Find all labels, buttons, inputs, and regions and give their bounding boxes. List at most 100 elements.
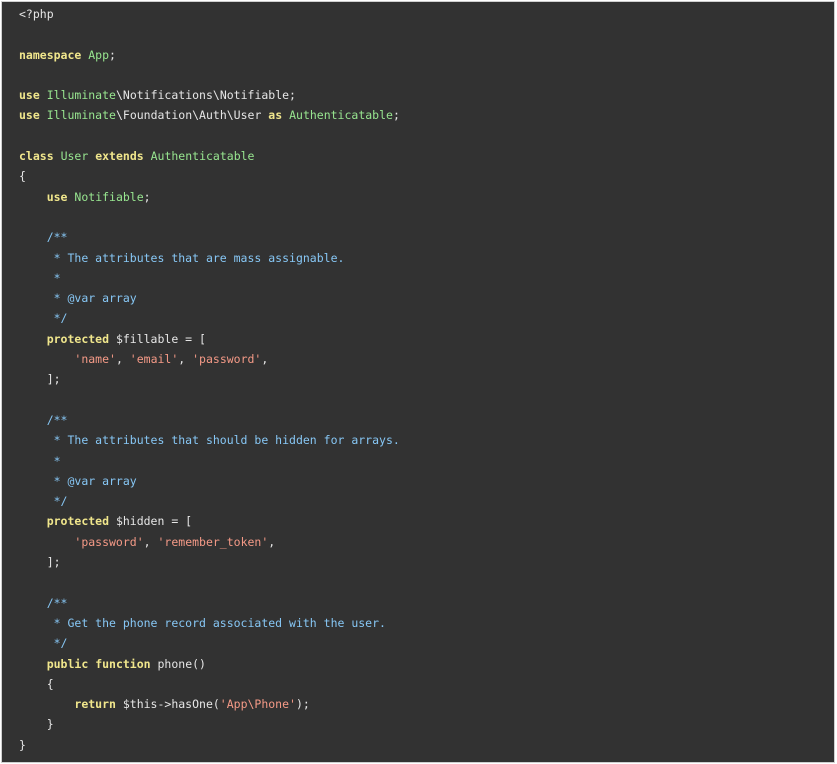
code-token: use [46, 189, 68, 204]
code-token: User [60, 149, 89, 164]
code-token: ]; [19, 555, 61, 570]
code-token: 'password' [192, 352, 262, 367]
code-token: namespace [19, 47, 82, 62]
code-token: } [19, 737, 26, 752]
code-token: 'App\Phone' [219, 697, 296, 712]
code-line: * Get the phone record associated with t… [19, 613, 400, 633]
code-line: /** [19, 410, 400, 430]
code-line: { [19, 166, 400, 186]
code-line: } [19, 735, 400, 755]
code-token: Authenticatable [150, 149, 255, 164]
code-token: as [268, 108, 283, 123]
code-line: class User extends Authenticatable [19, 146, 400, 166]
code-line: { [19, 674, 400, 694]
code-token: extends [95, 149, 144, 164]
code-token: , [115, 352, 130, 367]
code-token: \Notifications\Notifiable; [115, 88, 296, 103]
code-line: * The attributes that are mass assignabl… [19, 248, 400, 268]
code-token: 'remember_token' [157, 534, 269, 549]
code-token: * [53, 270, 61, 285]
code-token: Illuminate [46, 108, 116, 123]
code-line: use Illuminate\Notifications\Notifiable; [19, 85, 400, 105]
code-token: * The attributes that are mass assignabl… [53, 250, 345, 265]
code-line: use Notifiable; [19, 187, 400, 207]
code-line: ]; [19, 552, 400, 572]
code-line: protected $fillable = [ [19, 329, 400, 349]
code-token: */ [53, 311, 68, 326]
code-line: <?php [19, 4, 400, 24]
code-token: , [268, 534, 276, 549]
code-token: Notifiable [74, 189, 144, 204]
code-token: ; [109, 47, 116, 62]
code-token: } [19, 717, 54, 732]
code-token: public [46, 656, 89, 671]
code-token: 'email' [129, 352, 179, 367]
code-line: public function phone() [19, 654, 400, 674]
code-line: * [19, 268, 400, 288]
code-line: } [19, 714, 400, 734]
code-token: protected [46, 331, 110, 346]
code-line: protected $hidden = [ [19, 511, 400, 531]
code-block: <?php namespace App; use Illuminate\Noti… [1, 1, 835, 763]
code-token: /** [46, 230, 68, 245]
code-line: */ [19, 308, 400, 328]
code-token: , [143, 534, 158, 549]
code-token: { [19, 169, 26, 184]
code-line: * @var array [19, 471, 400, 491]
code-token: , [261, 352, 269, 367]
code-token: use [19, 88, 40, 103]
code-token: { [19, 676, 54, 691]
code-token: use [19, 108, 40, 123]
code-line: use Illuminate\Foundation\Auth\User as A… [19, 105, 400, 125]
code-token: App [88, 47, 110, 62]
code-line: namespace App; [19, 45, 400, 65]
code-token: * @var array [53, 291, 137, 306]
code-line: /** [19, 227, 400, 247]
code-token: phone() [150, 656, 206, 671]
code-token: */ [53, 636, 68, 651]
code-line: * [19, 451, 400, 471]
code-token: /** [46, 595, 68, 610]
code-token: function [95, 656, 151, 671]
code-token: ; [143, 189, 151, 204]
code-line: * The attributes that should be hidden f… [19, 430, 400, 450]
code-token: , [178, 352, 193, 367]
code-token: ); [295, 697, 310, 712]
code-line: * @var array [19, 288, 400, 308]
code-line: return $this->hasOne('App\Phone'); [19, 694, 400, 714]
code-token: /** [46, 412, 68, 427]
code-token: class [19, 149, 54, 164]
code-token: 'password' [74, 534, 144, 549]
code-token: protected [46, 514, 110, 529]
code-line: ]; [19, 369, 400, 389]
code-token: <?php [19, 7, 54, 21]
code-token: $hidden = [ [109, 514, 193, 529]
code-content: <?php namespace App; use Illuminate\Noti… [19, 4, 400, 755]
code-line: 'name', 'email', 'password', [19, 349, 400, 369]
code-token: Authenticatable [289, 108, 393, 123]
code-line: 'password', 'remember_token', [19, 532, 400, 552]
code-token: \Foundation\Auth\User [115, 108, 269, 123]
